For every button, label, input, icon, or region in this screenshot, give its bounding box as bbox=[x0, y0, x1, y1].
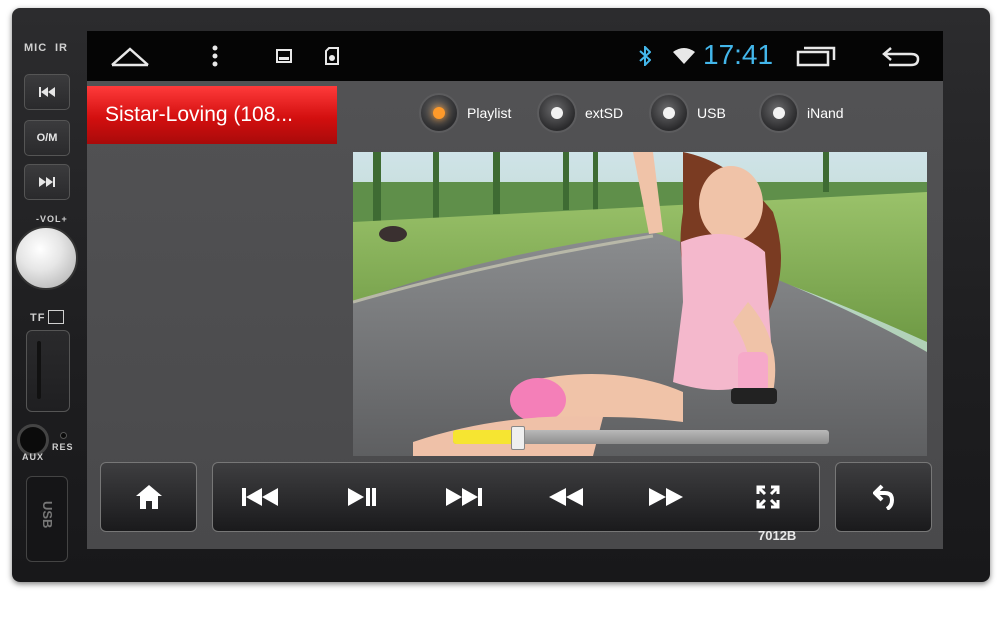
fullscreen-icon bbox=[756, 485, 780, 509]
return-button[interactable] bbox=[835, 462, 932, 532]
next-hardware-button[interactable] bbox=[24, 164, 70, 200]
source-label: extSD bbox=[585, 105, 624, 121]
mic-label: MIC bbox=[24, 42, 48, 54]
usb-port[interactable]: USB bbox=[26, 476, 68, 562]
skip-next-icon bbox=[446, 488, 482, 506]
source-label: USB bbox=[697, 105, 726, 121]
image-icon bbox=[273, 31, 295, 81]
return-icon bbox=[836, 463, 931, 531]
source-indicator bbox=[551, 107, 563, 119]
music-player: Sistar-Loving (108... Playlist extSD USB… bbox=[87, 81, 943, 549]
radio-icon bbox=[537, 93, 577, 133]
skip-previous-icon bbox=[242, 488, 278, 506]
source-indicator bbox=[433, 107, 445, 119]
overflow-menu-icon[interactable] bbox=[205, 31, 225, 81]
recent-apps-icon[interactable] bbox=[795, 31, 837, 81]
mode-hardware-button[interactable]: O/M bbox=[24, 120, 70, 156]
source-label: iNand bbox=[807, 105, 844, 121]
prev-hardware-button[interactable] bbox=[24, 74, 70, 110]
track-title-bar: Sistar-Loving (108... bbox=[87, 86, 337, 144]
transport-controls bbox=[212, 462, 820, 532]
sd-card-icon bbox=[321, 31, 343, 81]
skip-next-button[interactable] bbox=[431, 463, 497, 531]
skip-next-icon bbox=[39, 177, 55, 187]
clock: 17:41 bbox=[703, 39, 774, 70]
reset-button[interactable] bbox=[60, 432, 67, 439]
play-pause-icon bbox=[348, 488, 376, 506]
video-image bbox=[353, 152, 927, 456]
tf-card-icon bbox=[48, 310, 64, 324]
source-indicator bbox=[663, 107, 675, 119]
seek-bar-thumb[interactable] bbox=[510, 426, 525, 450]
fullscreen-button[interactable] bbox=[735, 463, 801, 531]
wifi-icon bbox=[671, 31, 697, 81]
skip-previous-button[interactable] bbox=[227, 463, 293, 531]
source-indicator bbox=[773, 107, 785, 119]
status-bar: 17:41 bbox=[87, 31, 943, 81]
source-usb-button[interactable]: USB bbox=[649, 93, 726, 133]
radio-icon bbox=[649, 93, 689, 133]
bluetooth-icon bbox=[635, 31, 655, 81]
rewind-button[interactable] bbox=[533, 463, 599, 531]
source-inand-button[interactable]: iNand bbox=[759, 93, 844, 133]
tf-card-slot[interactable] bbox=[26, 330, 70, 412]
fast-forward-button[interactable] bbox=[633, 463, 699, 531]
model-label: 7012B bbox=[758, 528, 797, 543]
touch-screen: 17:41 Sistar-Loving (108... Playlist ext… bbox=[87, 31, 943, 549]
skip-previous-icon bbox=[39, 87, 55, 97]
home-icon bbox=[101, 463, 196, 531]
radio-icon bbox=[419, 93, 459, 133]
volume-knob[interactable] bbox=[14, 226, 78, 290]
video-frame[interactable] bbox=[353, 152, 927, 456]
seek-bar-fill bbox=[453, 430, 517, 444]
reset-label: RES bbox=[52, 442, 74, 452]
volume-label: -VOL+ bbox=[36, 214, 68, 224]
track-title: Sistar-Loving (108... bbox=[105, 103, 293, 126]
aux-label: AUX bbox=[22, 452, 45, 462]
tf-label: TF bbox=[30, 312, 46, 324]
home-outline-icon[interactable] bbox=[107, 31, 153, 81]
source-extsd-button[interactable]: extSD bbox=[537, 93, 623, 133]
play-pause-button[interactable] bbox=[329, 463, 395, 531]
seek-bar[interactable] bbox=[453, 426, 829, 450]
back-icon[interactable] bbox=[879, 31, 923, 81]
radio-icon bbox=[759, 93, 799, 133]
source-label: Playlist bbox=[467, 105, 512, 121]
usb-port-label: USB bbox=[40, 501, 55, 529]
source-playlist-button[interactable]: Playlist bbox=[419, 93, 511, 133]
fast-forward-icon bbox=[649, 488, 683, 506]
home-button[interactable] bbox=[100, 462, 197, 532]
ir-label: IR bbox=[55, 42, 68, 54]
rewind-icon bbox=[549, 488, 583, 506]
